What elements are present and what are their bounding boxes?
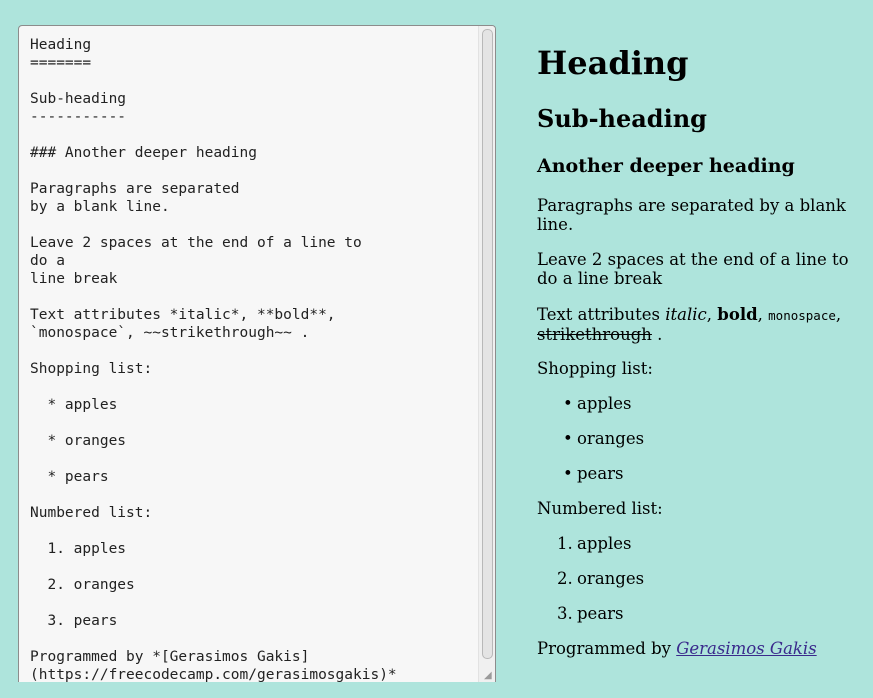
list-number: 1. <box>557 534 573 553</box>
attr-end: . <box>651 325 663 344</box>
list-number: 3. <box>557 604 573 623</box>
preview-heading-3: Another deeper heading <box>537 155 795 177</box>
list-item-text: pears <box>577 604 624 623</box>
line-break-second-line: do a line break <box>537 269 663 288</box>
credit-prefix: Programmed by <box>537 639 677 658</box>
resize-grip-icon[interactable]: ◢ <box>484 671 494 681</box>
attr-bold: bold <box>717 305 758 324</box>
attr-sep: , <box>757 305 769 324</box>
preview-line-break-paragraph: Leave 2 spaces at the end of a line to d… <box>537 250 857 288</box>
list-item-text: oranges <box>577 569 645 588</box>
bullet-icon: • <box>563 394 573 413</box>
list-item-text: oranges <box>577 429 645 448</box>
attr-sep: , <box>706 305 718 324</box>
editor-scrollbar-thumb[interactable] <box>482 29 493 659</box>
preview-paragraph: Paragraphs are separated by a blank line… <box>537 196 846 234</box>
list-number: 2. <box>557 569 573 588</box>
attr-prefix: Text attributes <box>537 305 666 324</box>
line-break-first-line: Leave 2 spaces at the end of a line to <box>537 250 849 269</box>
credit-line: Programmed by Gerasimos Gakis <box>537 639 857 658</box>
editor-text[interactable]: Heading ======= Sub-heading ----------- … <box>30 36 485 682</box>
list-item-text: apples <box>577 534 632 553</box>
list-item-text: apples <box>577 394 632 413</box>
attr-monospace: monospace <box>768 308 836 323</box>
bullet-icon: • <box>563 464 573 483</box>
attr-strikethrough: strikethrough <box>537 325 652 344</box>
author-link[interactable]: Gerasimos Gakis <box>676 639 816 658</box>
preview-heading-1: Heading <box>537 44 689 82</box>
editor-scrollbar[interactable] <box>478 26 495 682</box>
preview-heading-2: Sub-heading <box>537 104 707 133</box>
bullet-icon: • <box>563 429 573 448</box>
numbered-list-label: Numbered list: <box>537 499 663 518</box>
attr-sep: , <box>835 305 842 324</box>
list-item-text: pears <box>577 464 624 483</box>
preview-text-attributes: Text attributes italic, bold, monospace,… <box>537 305 857 344</box>
markdown-previewer-app: Heading ======= Sub-heading ----------- … <box>0 0 873 698</box>
attr-italic: italic <box>665 305 707 324</box>
shopping-list-label: Shopping list: <box>537 359 653 378</box>
markdown-editor[interactable]: Heading ======= Sub-heading ----------- … <box>18 25 496 682</box>
